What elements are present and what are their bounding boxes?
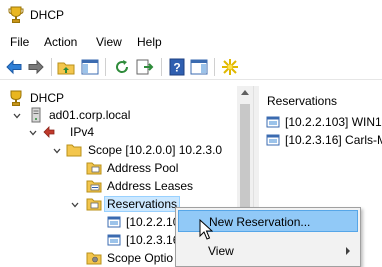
scope-options-icon <box>86 250 102 266</box>
export-list-icon[interactable] <box>134 57 154 77</box>
dhcp-trophy-icon <box>8 90 24 106</box>
tree-label: Address Pool <box>107 161 179 175</box>
up-folder-icon[interactable] <box>56 57 76 77</box>
menu-item-label: View <box>208 244 234 258</box>
menu-view[interactable]: View <box>96 35 122 49</box>
tree-label: Scope Optio <box>107 251 174 265</box>
menu-help[interactable]: Help <box>137 35 162 49</box>
tree-label: DHCP <box>30 91 65 105</box>
reservation-icon <box>106 214 122 230</box>
star-icon[interactable] <box>220 57 240 77</box>
reservation-icon <box>106 232 122 248</box>
tree-label: [10.2.3.16 <box>126 233 180 247</box>
title-bar: DHCP <box>0 0 382 30</box>
results-header: Reservations <box>267 94 338 108</box>
menu-bar: File Action View Help <box>0 32 382 52</box>
dhcp-trophy-icon <box>8 6 24 24</box>
chevron-down-icon[interactable] <box>52 146 62 156</box>
properties-icon[interactable] <box>189 57 209 77</box>
reservation-icon <box>265 114 281 130</box>
show-hide-tree-icon[interactable] <box>80 57 100 77</box>
address-leases-icon <box>86 178 102 194</box>
results-row-label: [10.2.3.16] Carls-Ma <box>285 133 382 147</box>
address-pool-icon <box>86 160 102 176</box>
chevron-down-icon[interactable] <box>70 200 80 210</box>
mouse-cursor-icon <box>199 218 214 241</box>
menu-item-label: New Reservation... <box>209 215 311 229</box>
server-icon <box>28 107 44 123</box>
chevron-down-icon[interactable] <box>28 128 38 138</box>
forward-arrow-icon[interactable] <box>26 57 46 77</box>
chevron-right-icon <box>346 247 350 255</box>
results-row-label: [10.2.2.103] WIN10C <box>285 115 382 129</box>
ipv4-icon <box>42 124 58 140</box>
tree-label: ad01.corp.local <box>49 108 131 122</box>
tree-label: Scope [10.2.0.0] 10.2.3.0 <box>88 143 223 157</box>
menu-file[interactable]: File <box>10 35 29 49</box>
help-icon[interactable]: ? <box>167 57 187 77</box>
tree-label: [10.2.2.10 <box>126 215 180 229</box>
tree-label: IPv4 <box>70 125 95 139</box>
menu-item-view[interactable]: View <box>178 240 358 262</box>
reservation-icon <box>265 132 281 148</box>
reservations-folder-icon <box>86 196 102 212</box>
toolbar: ? <box>0 53 382 80</box>
chevron-down-icon[interactable] <box>12 111 22 121</box>
scroll-up-arrow-icon[interactable] <box>241 90 249 95</box>
window-title: DHCP <box>30 8 65 22</box>
tree-label: Reservations <box>104 196 181 212</box>
back-arrow-icon[interactable] <box>4 57 24 77</box>
tree-label: Address Leases <box>107 179 194 193</box>
svg-text:?: ? <box>173 61 180 75</box>
refresh-icon[interactable] <box>112 57 132 77</box>
folder-icon <box>66 142 82 158</box>
menu-action[interactable]: Action <box>44 35 77 49</box>
